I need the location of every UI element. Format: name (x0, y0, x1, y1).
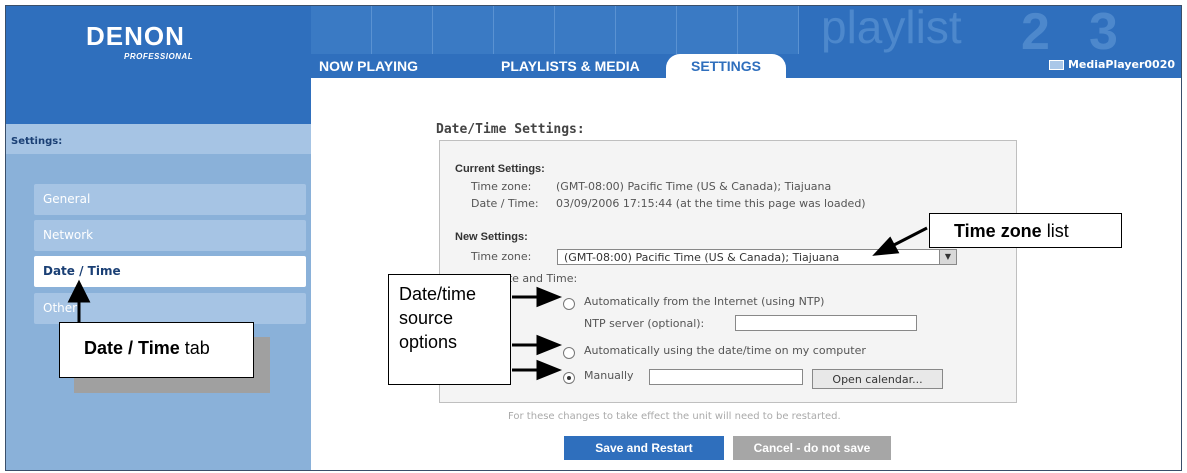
arrow-head-timezone (872, 236, 900, 256)
arrow-head-manual (536, 359, 563, 381)
arrow-head-ntp (536, 286, 563, 308)
arrow-head-computer (536, 334, 563, 356)
arrow-timezone (891, 226, 928, 248)
arrow-head-tab (67, 279, 91, 303)
annotation-arrows (67, 226, 928, 381)
app-frame: DENON PROFESSIONAL Settings: General Net… (5, 5, 1182, 471)
